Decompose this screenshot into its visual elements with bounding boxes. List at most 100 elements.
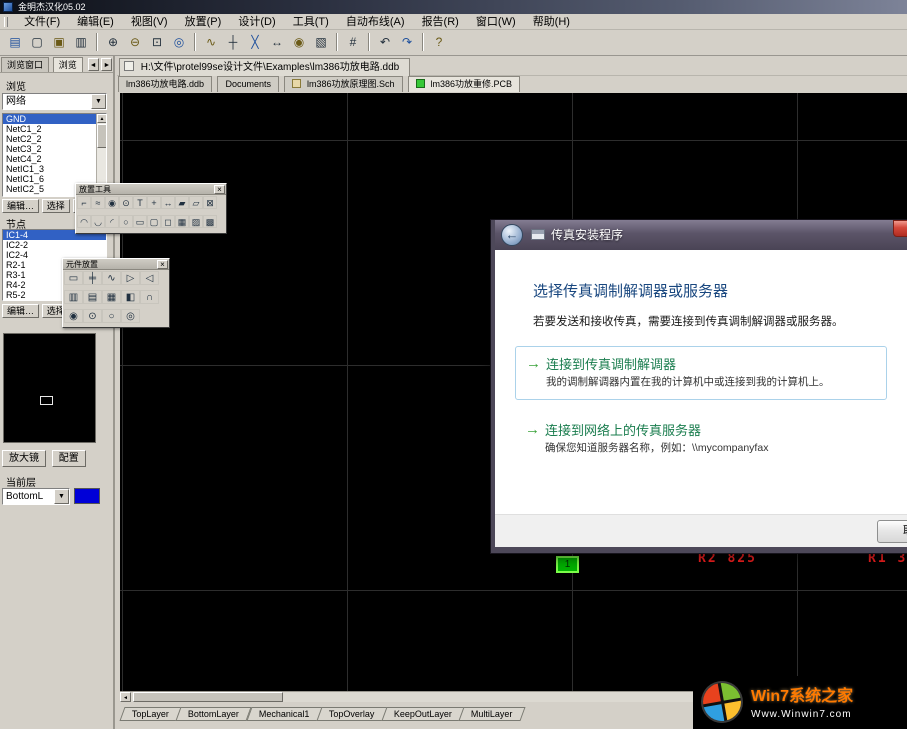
grid-toggle-icon[interactable]: # xyxy=(342,32,364,52)
net-type-dropdown[interactable]: 网络 ▼ xyxy=(2,93,107,110)
fiducial-icon[interactable]: ◎ xyxy=(121,309,140,323)
back-button[interactable]: ← xyxy=(501,224,523,246)
arc-any-angle-icon[interactable]: ◜ xyxy=(105,215,119,228)
place-pad2-icon[interactable]: ◉ xyxy=(105,196,119,209)
tab-browse[interactable]: 浏览 xyxy=(53,57,83,72)
connect-server-option[interactable]: → 连接到网络上的传真服务器 确保您知道服务器名称，例如：\\mycompany… xyxy=(515,413,887,467)
layer-tab-keepoutlayer[interactable]: KeepOutLayer xyxy=(381,707,464,721)
measure-icon[interactable]: ↔ xyxy=(266,32,288,52)
scroll-thumb[interactable] xyxy=(97,124,107,148)
menu-file[interactable]: 文件(F) xyxy=(17,14,67,30)
title-bar[interactable]: 金明杰汉化05.02 xyxy=(0,0,907,14)
place-rect-icon[interactable]: ▭ xyxy=(133,215,147,228)
menu-view[interactable]: 视图(V) xyxy=(124,14,175,30)
connect-modem-title[interactable]: 连接到传真调制解调器 xyxy=(546,354,676,373)
tab-schematic[interactable]: lm386功放原理图.Sch xyxy=(284,76,402,92)
component-placement-titlebar[interactable]: 元件放置 × xyxy=(63,259,169,270)
menu-place[interactable]: 放置(P) xyxy=(178,14,229,30)
edit-net-button[interactable]: 编辑… xyxy=(2,199,39,213)
menu-help[interactable]: 帮助(H) xyxy=(526,14,577,30)
split-plane-icon[interactable]: ▨ xyxy=(189,215,203,228)
zoom-out-icon[interactable]: ⊖ xyxy=(124,32,146,52)
zoom-window-icon[interactable]: ⊡ xyxy=(146,32,168,52)
ic-dip-icon[interactable]: ▥ xyxy=(64,290,83,304)
menu-tools[interactable]: 工具(T) xyxy=(286,14,336,30)
layer-tab-mechanical1[interactable]: Mechanical1 xyxy=(246,707,322,721)
place-pad-icon[interactable]: ◉ xyxy=(288,32,310,52)
place-string-icon[interactable]: T xyxy=(133,196,147,209)
paste-array-icon[interactable]: ▩ xyxy=(203,215,217,228)
node-list-item[interactable]: IC2-2 xyxy=(3,240,106,250)
config-button[interactable]: 配置 xyxy=(52,450,86,467)
inductor-icon[interactable]: ∿ xyxy=(102,271,121,285)
place-array-icon[interactable]: ▦ xyxy=(175,215,189,228)
net-list-item[interactable]: NetC2_2 xyxy=(3,134,106,144)
connect-modem-option[interactable]: → 连接到传真调制解调器 我的调制解调器内置在我的计算机中或连接到我的计算机上。 xyxy=(515,346,887,400)
ic-sip-icon[interactable]: ▤ xyxy=(83,290,102,304)
open-document-icon[interactable]: ▢ xyxy=(26,32,48,52)
place-wire-icon[interactable]: ∿ xyxy=(200,32,222,52)
place-polygon2-icon[interactable]: ▱ xyxy=(189,196,203,209)
arc-edge-icon[interactable]: ◡ xyxy=(91,215,105,228)
new-document-icon[interactable]: ▤ xyxy=(4,32,26,52)
tab-browse-window[interactable]: 浏览窗口 xyxy=(1,57,49,72)
select-net-button[interactable]: 选择 xyxy=(42,199,70,213)
transistor-icon[interactable]: ◁ xyxy=(140,271,159,285)
menu-design[interactable]: 设计(D) xyxy=(231,14,282,30)
tab-documents[interactable]: Documents xyxy=(217,76,279,92)
chevron-down-icon[interactable]: ▼ xyxy=(91,94,106,109)
diode-icon[interactable]: ▷ xyxy=(121,271,140,285)
layer-tab-multilayer[interactable]: MultiLayer xyxy=(459,707,526,721)
cut-track-icon[interactable]: ╳ xyxy=(244,32,266,52)
place-via-icon[interactable]: ⊙ xyxy=(119,196,133,209)
scroll-left-icon[interactable]: ◄ xyxy=(120,692,131,702)
net-list-item[interactable]: NetC1_2 xyxy=(3,124,106,134)
place-track-icon[interactable]: ⌐ xyxy=(77,196,91,209)
capacitor-icon[interactable]: ╪ xyxy=(83,271,102,285)
placement-tools-titlebar[interactable]: 放置工具 × xyxy=(76,184,226,195)
help-icon[interactable]: ? xyxy=(428,32,450,52)
layer-tab-toplayer[interactable]: TopLayer xyxy=(119,707,181,721)
arc-center-icon[interactable]: ◠ xyxy=(77,215,91,228)
selected-pad[interactable]: 1 xyxy=(556,556,579,573)
database-path-tab[interactable]: H:\文件\protel99se设计文件\Examples\lm386功放电路.… xyxy=(119,58,410,76)
place-frame-icon[interactable]: ◻ xyxy=(161,215,175,228)
connect-server-title[interactable]: 连接到网络上的传真服务器 xyxy=(545,420,701,439)
resistor-icon[interactable]: ▭ xyxy=(64,271,83,285)
mount-hole-icon[interactable]: ○ xyxy=(102,309,121,323)
net-list-item[interactable]: NetC4_2 xyxy=(3,154,106,164)
panel-nav-right-icon[interactable]: ► xyxy=(101,58,112,71)
save-document-icon[interactable]: ▣ xyxy=(48,32,70,52)
jumper-icon[interactable]: ∩ xyxy=(140,290,159,304)
layer-tab-topoverlay[interactable]: TopOverlay xyxy=(316,707,387,721)
component-placement-toolbar[interactable]: 元件放置 × ▭╪∿▷◁ ▥▤▦◧∩ ◉⊙○◎ xyxy=(62,258,170,328)
place-coordinate-icon[interactable]: + xyxy=(147,196,161,209)
zoom-point-icon[interactable]: ◎ xyxy=(168,32,190,52)
via-component-icon[interactable]: ⊙ xyxy=(83,309,102,323)
scroll-up-icon[interactable]: ▲ xyxy=(97,114,107,123)
place-wire2-icon[interactable]: ≈ xyxy=(91,196,105,209)
net-list-item[interactable]: NetC3_2 xyxy=(3,144,106,154)
full-circle-icon[interactable]: ○ xyxy=(119,215,133,228)
pad-component-icon[interactable]: ◉ xyxy=(64,309,83,323)
print-icon[interactable]: ▥ xyxy=(70,32,92,52)
place-room-icon[interactable]: ⊠ xyxy=(203,196,217,209)
layer-dropdown[interactable]: BottomL ▼ xyxy=(2,488,70,505)
net-list-item[interactable]: NetIC1_3 xyxy=(3,164,106,174)
edit-node-button[interactable]: 编辑… xyxy=(2,304,39,318)
close-icon[interactable]: × xyxy=(157,260,168,269)
redo-icon[interactable]: ↷ xyxy=(396,32,418,52)
cancel-button[interactable]: 取消 xyxy=(877,520,907,543)
menu-reports[interactable]: 报告(R) xyxy=(415,14,466,30)
placement-tools-toolbar[interactable]: 放置工具 × ⌐≈◉⊙T+↔▰▱⊠ ◠◡◜○▭▢◻▦▨▩ xyxy=(75,183,227,234)
close-icon[interactable]: × xyxy=(893,220,907,237)
tab-ddb[interactable]: lm386功放电路.ddb xyxy=(118,76,212,92)
menu-autoroute[interactable]: 自动布线(A) xyxy=(339,14,412,30)
dialog-titlebar[interactable]: ← 传真安装程序 × xyxy=(495,220,907,250)
scroll-thumb[interactable] xyxy=(133,692,283,702)
undo-icon[interactable]: ↶ xyxy=(374,32,396,52)
place-polygon-icon[interactable]: ▧ xyxy=(310,32,332,52)
menu-edit[interactable]: 编辑(E) xyxy=(70,14,121,30)
close-icon[interactable]: × xyxy=(214,185,225,194)
panel-nav-left-icon[interactable]: ◄ xyxy=(88,58,99,71)
